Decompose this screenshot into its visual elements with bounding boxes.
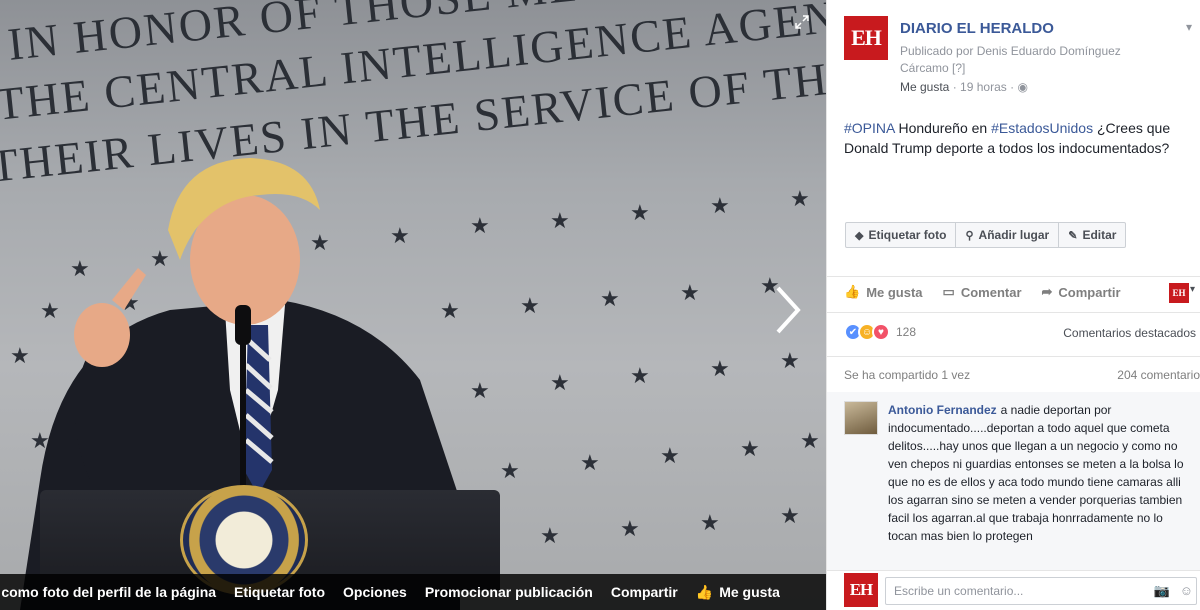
- reaction-count: 128: [896, 325, 917, 339]
- like-button[interactable]: 👍 Me gusta: [844, 284, 923, 300]
- star-icon: ★: [520, 293, 540, 318]
- share-icon: ➦: [1041, 284, 1053, 299]
- love-reaction-icon: ♥: [872, 323, 890, 341]
- post-text: #OPINA Hondureño en #EstadosUnidos ¿Cree…: [844, 118, 1189, 158]
- thumbs-up-icon: 👍: [844, 284, 861, 299]
- star-icon: ★: [680, 280, 700, 305]
- tag-photo-button[interactable]: ◆ Etiquetar foto: [846, 223, 957, 247]
- like-link[interactable]: 👍 Me gusta: [696, 584, 780, 601]
- share-button-label: Compartir: [1058, 284, 1121, 300]
- post-time[interactable]: 19 horas: [960, 80, 1007, 94]
- star-icon: ★: [710, 356, 730, 381]
- emoji-icon[interactable]: ☺: [1180, 583, 1193, 599]
- comment-button-label: Comentar: [960, 284, 1022, 300]
- commenter-avatar[interactable]: [844, 401, 878, 435]
- page-name-link[interactable]: DIARIO EL HERALDO: [900, 20, 1054, 37]
- chevron-down-icon[interactable]: ▾: [1186, 20, 1192, 34]
- post-text-part: Hondureño en: [894, 120, 992, 136]
- star-icon: ★: [790, 186, 810, 211]
- tag-photo-label: Etiquetar foto: [868, 228, 947, 242]
- edit-button[interactable]: ✎ Editar: [1059, 223, 1125, 247]
- published-by: Publicado por Denis Eduardo Domínguez Cá…: [900, 44, 1121, 75]
- star-icon: ★: [620, 516, 640, 541]
- chevron-right-icon: [776, 286, 801, 334]
- like-link-label: Me gusta: [719, 583, 780, 600]
- star-icon: ★: [600, 286, 620, 311]
- meta-like-link[interactable]: Me gusta: [900, 80, 949, 94]
- comment-author[interactable]: Antonio Fernandez: [888, 403, 997, 417]
- post-panel: EH DIARIO EL HERALDO ▾ Publicado por Den…: [826, 0, 1200, 610]
- like-button-label: Me gusta: [866, 284, 923, 300]
- globe-icon: ◉: [1017, 80, 1028, 94]
- star-icon: ★: [780, 348, 800, 373]
- edit-label: Editar: [1082, 228, 1117, 242]
- write-comment-row: EH Escribe un comentario... 📷 ☺: [827, 570, 1200, 610]
- photo-viewer[interactable]: IN HONOR OF THOSE MEMBERS THE CENTRAL IN…: [0, 0, 826, 610]
- reactions-summary[interactable]: ✔ ☺ ♥ 128: [844, 323, 916, 341]
- tag-photo-link[interactable]: Etiquetar foto: [234, 584, 325, 600]
- star-icon: ★: [550, 370, 570, 395]
- star-icon: ★: [550, 208, 570, 233]
- hashtag-opina[interactable]: #OPINA: [844, 120, 895, 136]
- star-icon: ★: [630, 200, 650, 225]
- star-icon: ★: [800, 428, 820, 453]
- comment-button[interactable]: ▭ Comentar: [943, 284, 1022, 300]
- star-icon: ★: [540, 523, 560, 548]
- post-meta: Me gusta · 19 horas · ◉: [900, 80, 1028, 94]
- star-icon: ★: [780, 503, 800, 528]
- acting-as-avatar[interactable]: EH: [1169, 283, 1189, 303]
- shared-count[interactable]: Se ha compartido 1 vez: [844, 368, 970, 382]
- star-icon: ★: [710, 193, 730, 218]
- star-icon: ★: [740, 436, 760, 461]
- comment: Antonio Fernandez a nadie deportan por in…: [888, 401, 1194, 545]
- chevron-down-icon[interactable]: ▾: [1190, 284, 1195, 295]
- star-icon: ★: [580, 450, 600, 475]
- comment-list: Antonio Fernandez a nadie deportan por in…: [827, 392, 1200, 570]
- featured-comments-dropdown[interactable]: Comentarios destacados: [1063, 326, 1196, 340]
- share-link[interactable]: Compartir: [611, 584, 678, 600]
- divider: [827, 312, 1200, 313]
- star-icon: ★: [700, 510, 720, 535]
- star-icon: ★: [660, 443, 680, 468]
- next-photo-button[interactable]: [770, 282, 806, 338]
- add-place-label: Añadir lugar: [978, 228, 1050, 242]
- photo-edit-actions: ◆ Etiquetar foto ⚲ Añadir lugar ✎ Editar: [845, 222, 1127, 248]
- comment-input[interactable]: Escribe un comentario...: [885, 577, 1197, 605]
- divider: [827, 276, 1200, 277]
- options-link[interactable]: Opciones: [343, 584, 407, 600]
- add-place-button[interactable]: ⚲ Añadir lugar: [956, 223, 1060, 247]
- camera-icon[interactable]: 📷: [1154, 583, 1170, 599]
- expand-icon[interactable]: [794, 14, 812, 32]
- promote-post-link[interactable]: Promocionar publicación: [425, 584, 593, 600]
- comment-count[interactable]: 204 comentario: [1117, 368, 1200, 382]
- hashtag-estadosunidos[interactable]: #EstadosUnidos: [991, 120, 1093, 136]
- comment-text: a nadie deportan por indocumentado.....d…: [888, 403, 1184, 543]
- pin-icon: ⚲: [965, 229, 974, 242]
- photo-action-bar: r como foto del perfil de la página Etiq…: [0, 574, 826, 610]
- post-actions: 👍 Me gusta ▭ Comentar ➦ Compartir: [844, 284, 1121, 300]
- page-avatar[interactable]: EH: [844, 16, 888, 60]
- comment-icon: ▭: [942, 284, 955, 299]
- divider: [827, 356, 1200, 357]
- comment-input-icons: 📷 ☺: [1154, 583, 1193, 599]
- writer-avatar: EH: [844, 573, 878, 607]
- thumbs-up-icon: 👍: [695, 583, 714, 600]
- star-icon: ★: [630, 363, 650, 388]
- star-icon: ★: [500, 458, 520, 483]
- pencil-icon: ✎: [1068, 229, 1078, 242]
- set-profile-photo-link[interactable]: r como foto del perfil de la página: [0, 584, 216, 600]
- tag-icon: ◆: [855, 229, 864, 242]
- share-button[interactable]: ➦ Compartir: [1042, 284, 1121, 300]
